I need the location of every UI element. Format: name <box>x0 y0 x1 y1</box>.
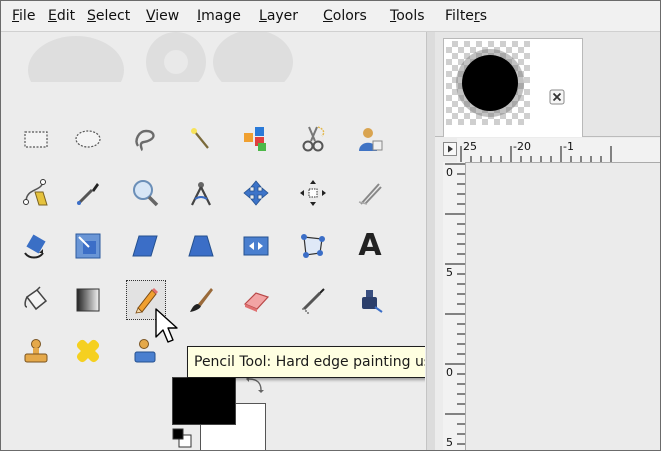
image-tab-bar <box>435 32 660 137</box>
hruler-label: -20 <box>513 140 531 153</box>
airbrush-icon <box>302 288 325 314</box>
move-icon <box>243 180 269 206</box>
tool-text[interactable]: A <box>350 226 390 266</box>
tool-eraser[interactable] <box>236 280 276 320</box>
tool-tooltip: Pencil Tool: Hard edge painting using a … <box>187 346 425 378</box>
menu-select[interactable]: Select <box>87 8 130 24</box>
close-icon[interactable] <box>549 89 565 105</box>
horizontal-ruler[interactable]: 25 -20 -1 <box>457 138 660 163</box>
bucket-fill-icon <box>24 286 48 311</box>
rect-select-icon <box>24 131 48 148</box>
tool-move[interactable] <box>236 173 276 213</box>
wilber-logo-icon <box>28 32 293 82</box>
flip-icon <box>243 236 269 256</box>
image-canvas[interactable] <box>466 163 660 450</box>
zoom-icon <box>133 180 159 207</box>
tool-shear[interactable] <box>125 226 165 266</box>
eraser-icon <box>243 292 270 312</box>
image-thumbnail <box>446 41 530 125</box>
alignment-icon <box>300 180 326 206</box>
tool-free-select[interactable] <box>125 119 165 159</box>
ruler-menu-icon[interactable] <box>443 142 457 156</box>
vertical-ruler-ticks <box>445 163 465 445</box>
tool-bucket-fill[interactable] <box>16 280 56 320</box>
tool-blend[interactable] <box>68 280 108 320</box>
menu-file[interactable]: File <box>12 8 35 24</box>
scale-icon <box>75 233 101 259</box>
blend-icon <box>76 288 100 312</box>
clone-icon <box>24 339 48 363</box>
tool-perspective[interactable] <box>181 226 221 266</box>
paintbrush-icon <box>190 288 213 312</box>
horizontal-ruler-ticks <box>460 146 612 162</box>
toolbox: A Pencil Tool: Hard edge painting u <box>1 32 425 450</box>
tool-rect-select[interactable] <box>16 119 56 159</box>
crop-icon <box>358 183 382 205</box>
tool-scissors[interactable] <box>293 119 333 159</box>
tooltip-text: Pencil Tool: Hard edge painting using a … <box>194 354 425 370</box>
cage-transform-icon <box>301 234 325 258</box>
text-icon: A <box>358 228 382 263</box>
scissors-icon <box>302 126 325 152</box>
hruler-label: 25 <box>463 140 477 153</box>
tool-scale[interactable] <box>68 226 108 266</box>
ink-icon <box>362 290 383 313</box>
fuzzy-select-icon <box>191 128 209 149</box>
heal-icon <box>76 339 100 363</box>
tool-color-picker[interactable] <box>68 173 108 213</box>
menu-colors[interactable]: Colors <box>323 8 367 24</box>
gimp-window: File Edit Select View Image Layer Colors… <box>0 0 661 451</box>
tool-clone[interactable] <box>16 331 56 371</box>
foreground-color-swatch[interactable] <box>172 377 236 425</box>
tool-ellipse-select[interactable] <box>68 119 108 159</box>
tool-alignment[interactable] <box>293 173 333 213</box>
vruler-label: 0 <box>446 166 453 179</box>
menu-tools[interactable]: Tools <box>390 8 425 24</box>
tool-cage-transform[interactable] <box>293 226 333 266</box>
tool-measure[interactable] <box>181 173 221 213</box>
tool-heal[interactable] <box>68 331 108 371</box>
vruler-label: 5 <box>446 266 453 279</box>
perspective-icon <box>188 235 214 257</box>
image-window: 25 -20 -1 0 5 0 5 <box>435 32 660 450</box>
tool-paths[interactable] <box>16 173 56 213</box>
shear-icon <box>132 235 158 257</box>
tool-zoom[interactable] <box>125 173 165 213</box>
measure-icon <box>191 182 211 206</box>
mouse-cursor-icon <box>155 308 178 343</box>
vertical-ruler[interactable]: 0 5 0 5 <box>443 162 466 450</box>
color-picker-icon <box>77 183 99 205</box>
vruler-label: 0 <box>446 366 453 379</box>
tool-flip[interactable] <box>236 226 276 266</box>
menu-edit[interactable]: Edit <box>48 8 75 24</box>
default-colors-icon[interactable] <box>171 427 193 449</box>
tool-color-select[interactable] <box>236 119 276 159</box>
thumbnail-disc-icon <box>456 49 524 117</box>
tool-fuzzy-select[interactable] <box>181 119 221 159</box>
rotate-icon <box>24 234 46 259</box>
foreground-select-icon <box>359 128 383 151</box>
paths-icon <box>23 179 48 206</box>
menubar: File Edit Select View Image Layer Colors… <box>1 1 660 32</box>
tool-paintbrush[interactable] <box>181 280 221 320</box>
vruler-label: 5 <box>446 436 453 449</box>
tool-ink[interactable] <box>350 280 390 320</box>
ellipse-select-icon <box>75 130 101 148</box>
tool-foreground-select[interactable] <box>350 119 390 159</box>
tool-airbrush[interactable] <box>293 280 333 320</box>
hruler-label: -1 <box>563 140 574 153</box>
menu-layer[interactable]: Layer <box>259 8 298 24</box>
menu-image[interactable]: Image <box>197 8 241 24</box>
menu-view[interactable]: View <box>146 8 179 24</box>
tool-rotate[interactable] <box>16 226 56 266</box>
menu-filters[interactable]: Filters <box>445 8 487 24</box>
image-tab[interactable] <box>443 38 583 137</box>
swap-colors-icon[interactable] <box>245 375 265 395</box>
tool-crop[interactable] <box>350 173 390 213</box>
free-select-icon <box>135 129 155 152</box>
color-select-icon <box>244 127 266 151</box>
